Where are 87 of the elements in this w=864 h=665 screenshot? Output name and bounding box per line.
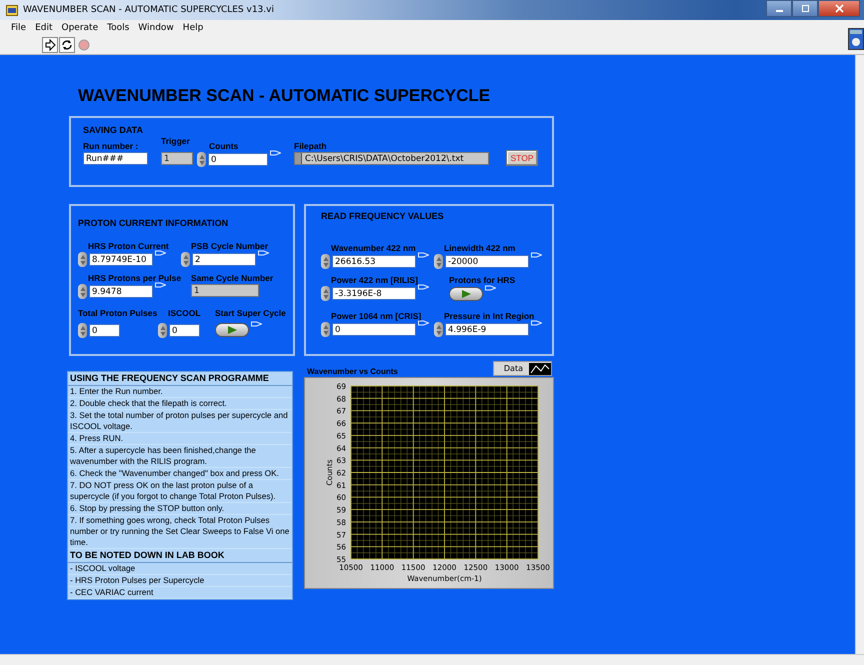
menu-item[interactable]: Help <box>182 23 204 33</box>
instruction-line: 2. Double check that the filepath is correct. <box>68 398 292 410</box>
increment-decrement-arrows[interactable] <box>78 323 87 338</box>
menu-item[interactable]: Operate <box>62 23 98 33</box>
instruction-line: 5. After a supercycle has been finished,change the wavenumber with the RILIS program. <box>68 445 292 468</box>
control-label: Trigger <box>161 136 191 147</box>
instructions-heading: TO BE NOTED DOWN IN LAB BOOK <box>68 549 292 563</box>
numeric-field[interactable]: 2 <box>192 253 256 266</box>
plot-legend[interactable]: Data <box>492 361 552 376</box>
numeric-field[interactable]: 0 <box>332 323 416 336</box>
numeric-field[interactable]: 26616.53 <box>332 255 416 268</box>
menu-item[interactable]: Tools <box>107 23 130 33</box>
control-label: HRS Proton Current <box>88 241 170 252</box>
graph-title: Wavenumber vs Counts <box>307 367 398 376</box>
instruction-line: 3. Set the total number of proton pulses per supercycle and ISCOOL voltage. <box>68 410 292 433</box>
increment-decrement-arrows[interactable] <box>78 252 87 267</box>
increment-decrement-arrows[interactable] <box>434 254 443 269</box>
app-icon <box>6 4 18 16</box>
instruction-line: - CEC VARIAC current <box>68 587 292 599</box>
control-label: ISCOOL <box>168 308 202 319</box>
control-label: Wavenumber 422 nm <box>331 243 417 254</box>
toggle-switch[interactable] <box>215 323 249 337</box>
line-sample-icon <box>529 362 551 374</box>
control-label: Linewidth 422 nm <box>444 243 516 254</box>
control-label: Start Super Cycle <box>215 308 286 319</box>
instruction-line: 1. Enter the Run number. <box>68 386 292 398</box>
play-arrow-icon <box>459 289 473 299</box>
legend-label: Data <box>504 364 523 373</box>
control-label: Pressure in Int Region <box>444 311 536 322</box>
instruction-line: 6. Check the "Wavenumber changed" box and press OK. <box>68 468 292 480</box>
control-label: Run number : <box>83 141 140 152</box>
numeric-field[interactable]: 4.996E-9 <box>445 323 529 336</box>
panel-title: WAVENUMBER SCAN - AUTOMATIC SUPERCYCLE <box>78 86 492 107</box>
numeric-field[interactable]: 8.79749E-10 <box>89 253 153 266</box>
increment-decrement-arrows[interactable] <box>321 254 330 269</box>
numeric-field[interactable]: 0 <box>208 153 268 166</box>
instruction-line: - HRS Proton Pulses per Supercycle <box>68 575 292 587</box>
numeric-field[interactable]: 9.9478 <box>89 285 153 298</box>
horizontal-scrollbar[interactable] <box>0 654 864 665</box>
window-title: WAVENUMBER SCAN - AUTOMATIC SUPERCYCLES v13.vi <box>23 5 275 15</box>
numeric-field[interactable]: 0 <box>89 324 120 337</box>
control-label: Filepath <box>294 141 328 152</box>
cycle-arrows-icon[interactable] <box>59 37 75 53</box>
numeric-field[interactable]: -20000 <box>445 255 529 268</box>
vi-connector-icon[interactable] <box>848 28 864 50</box>
numeric-field[interactable]: -3.3196E-8 <box>332 287 416 300</box>
numeric-field[interactable]: 0 <box>169 324 200 337</box>
control-label: Counts <box>209 141 240 152</box>
control-label: Power 1064 nm [CRIS] <box>331 311 422 322</box>
increment-decrement-arrows[interactable] <box>181 252 190 267</box>
maximize-button[interactable] <box>792 0 818 17</box>
control-label: Total Proton Pulses <box>78 308 158 319</box>
instruction-line: 7. If something goes wrong, check Total Proton Pulses number or try running the Set Clear Sweeps to False Vi one time. <box>68 515 292 549</box>
file-icon <box>295 153 302 164</box>
path-field[interactable]: C:\Users\CRIS\DATA\October2012\.txt <box>294 152 489 165</box>
text-field[interactable]: Run### <box>83 152 148 165</box>
instruction-line: - ISCOOL voltage <box>68 563 292 575</box>
instruction-line: 7. DO NOT press OK on the last proton pulse of a supercycle (if you forgot to change Total Proton Pulses). <box>68 480 292 503</box>
increment-decrement-arrows[interactable] <box>78 284 87 299</box>
section-title: SAVING DATA <box>83 125 144 135</box>
close-button[interactable] <box>818 0 860 17</box>
increment-decrement-arrows[interactable] <box>197 152 206 167</box>
indicator-field: 1 <box>161 152 193 165</box>
toggle-switch[interactable] <box>449 287 483 301</box>
vertical-scrollbar[interactable] <box>855 55 864 654</box>
increment-decrement-arrows[interactable] <box>158 323 167 338</box>
section-title: READ FREQUENCY VALUES <box>321 211 445 221</box>
section-title: PROTON CURRENT INFORMATION <box>78 218 230 228</box>
instruction-line: 6. Stop by pressing the STOP button only. <box>68 503 292 515</box>
menu-item[interactable]: Edit <box>35 23 52 33</box>
increment-decrement-arrows[interactable] <box>434 322 443 337</box>
control-label: PSB Cycle Number <box>191 241 269 252</box>
increment-decrement-arrows[interactable] <box>321 322 330 337</box>
minimize-button[interactable] <box>766 0 792 17</box>
control-label: Same Cycle Number <box>191 273 274 284</box>
play-arrow-icon <box>225 325 239 335</box>
increment-decrement-arrows[interactable] <box>321 286 330 301</box>
control-label: Protons for HRS <box>449 275 516 286</box>
instructions-heading: USING THE FREQUENCY SCAN PROGRAMME <box>68 372 292 386</box>
maximize-icon <box>800 4 810 13</box>
indicator-field: 1 <box>191 284 259 297</box>
menu-item[interactable]: Window <box>138 23 174 33</box>
close-icon <box>834 4 844 13</box>
menu-item[interactable]: File <box>11 23 26 33</box>
control-label: Power 422 nm [RILIS] <box>331 275 419 286</box>
control-label: HRS Protons per Pulse <box>88 273 181 284</box>
instruction-line: 4. Press RUN. <box>68 433 292 445</box>
